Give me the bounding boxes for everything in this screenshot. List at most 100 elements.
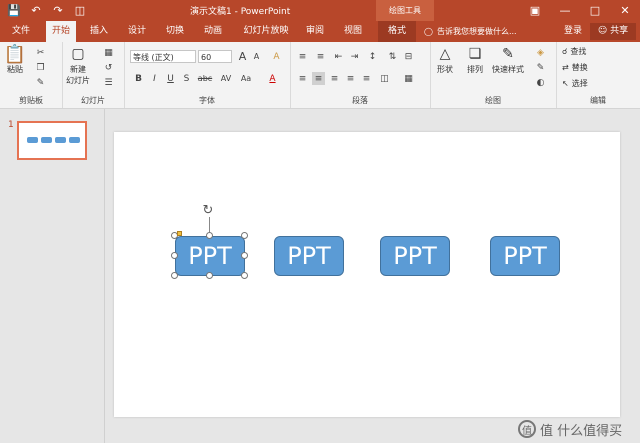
tab-format[interactable]: 格式 xyxy=(378,21,416,42)
lightbulb-icon: ◯ xyxy=(424,27,433,36)
slideshow-icon[interactable]: ◫ xyxy=(72,2,88,18)
shape-ppt-2[interactable]: PPT xyxy=(274,236,344,276)
select-label: 选择 xyxy=(571,79,588,88)
replace-icon: ⇄ xyxy=(562,63,569,72)
align-right-icon[interactable]: ≡ xyxy=(328,72,341,85)
adjust-handle[interactable] xyxy=(177,231,182,236)
replace-button[interactable]: ⇄ 替换 xyxy=(562,62,588,73)
section-icon[interactable]: ☰ xyxy=(102,76,115,89)
new-slide-button[interactable]: ▢ 新建 幻灯片 xyxy=(66,44,90,86)
ribbon-display-icon[interactable]: ▣ xyxy=(520,0,550,21)
rotation-line xyxy=(209,217,210,232)
select-button[interactable]: ↖ 选择 xyxy=(562,78,588,89)
tab-animations[interactable]: 动画 xyxy=(198,21,228,42)
align-left-icon[interactable]: ≡ xyxy=(296,72,309,85)
share-button[interactable]: ☺ 共享 xyxy=(590,23,636,40)
increase-indent-icon[interactable]: ⇥ xyxy=(348,50,361,63)
watermark: 值 值 什么值得买 xyxy=(518,418,638,440)
shape-ppt-4[interactable]: PPT xyxy=(490,236,560,276)
shape-ppt-3[interactable]: PPT xyxy=(380,236,450,276)
resize-handle[interactable] xyxy=(241,232,248,239)
format-painter-icon[interactable]: ✎ xyxy=(34,76,47,89)
copy-icon[interactable]: ❐ xyxy=(34,61,47,74)
text-direction-icon[interactable]: ⇅ xyxy=(386,50,399,63)
shape-outline-icon[interactable]: ✎ xyxy=(534,61,547,74)
shadow-icon[interactable]: S xyxy=(180,72,193,85)
arrange-button[interactable]: ❏ 排列 xyxy=(464,44,486,75)
align-center-icon[interactable]: ≡ xyxy=(312,72,325,85)
find-button[interactable]: ☌ 查找 xyxy=(562,46,586,57)
shapes-button[interactable]: △ 形状 xyxy=(434,44,456,75)
tab-view[interactable]: 视图 xyxy=(338,21,368,42)
layout-icon[interactable]: ▦ xyxy=(102,46,115,59)
maximize-icon[interactable]: □ xyxy=(580,0,610,21)
tab-home[interactable]: 开始 xyxy=(46,21,76,42)
bullets-icon[interactable]: ≡ xyxy=(296,50,309,63)
char-spacing-icon[interactable]: AV xyxy=(218,72,234,85)
columns-icon[interactable]: ◫ xyxy=(378,72,391,85)
ribbon: 📋 粘贴 ✂ ❐ ✎ 剪贴板 ▢ 新建 幻灯片 ▦ ↺ ☰ 幻灯片 等线 (正文… xyxy=(0,42,640,109)
shape-ppt-1[interactable]: PPT xyxy=(175,236,245,276)
italic-icon[interactable]: I xyxy=(148,72,161,85)
resize-handle[interactable] xyxy=(241,252,248,259)
bold-icon[interactable]: B xyxy=(132,72,145,85)
shapes-icon: △ xyxy=(439,46,451,62)
shapes-label: 形状 xyxy=(437,65,453,74)
paste-button[interactable]: 📋 粘贴 xyxy=(4,44,26,75)
resize-handle[interactable] xyxy=(171,272,178,279)
change-case-icon[interactable]: Aa xyxy=(238,72,254,85)
replace-label: 替换 xyxy=(571,63,588,72)
window-controls: ▣ — □ ✕ xyxy=(520,0,640,21)
context-tab-title: 绘图工具 xyxy=(376,0,434,21)
close-icon[interactable]: ✕ xyxy=(610,0,640,21)
group-label-font: 字体 xyxy=(199,96,215,105)
numbering-icon[interactable]: ≡ xyxy=(314,50,327,63)
quick-styles-button[interactable]: ✎ 快速样式 xyxy=(492,44,524,75)
align-text-icon[interactable]: ⊟ xyxy=(402,50,415,63)
redo-icon[interactable]: ↷ xyxy=(50,2,66,18)
save-icon[interactable]: 💾 xyxy=(6,2,22,18)
decrease-indent-icon[interactable]: ⇤ xyxy=(332,50,345,63)
grow-font-icon[interactable]: A xyxy=(236,50,249,63)
reset-icon[interactable]: ↺ xyxy=(102,61,115,74)
resize-handle[interactable] xyxy=(241,272,248,279)
slide-thumbnail[interactable] xyxy=(17,121,87,160)
shape-fill-icon[interactable]: ◈ xyxy=(534,46,547,59)
paste-icon: 📋 xyxy=(3,43,27,65)
smartart-icon[interactable]: ▦ xyxy=(402,72,415,85)
underline-icon[interactable]: U xyxy=(164,72,177,85)
cut-icon[interactable]: ✂ xyxy=(34,46,47,59)
font-color-icon[interactable]: A xyxy=(266,72,279,85)
tab-design[interactable]: 设计 xyxy=(122,21,152,42)
line-spacing-icon[interactable]: ↕ xyxy=(366,50,379,63)
group-label-paragraph: 段落 xyxy=(352,96,368,105)
tab-insert[interactable]: 插入 xyxy=(84,21,114,42)
distributed-icon[interactable]: ≡ xyxy=(360,72,373,85)
shape-effects-icon[interactable]: ◐ xyxy=(534,76,547,89)
shrink-font-icon[interactable]: A xyxy=(250,50,263,63)
login-link[interactable]: 登录 xyxy=(564,21,582,42)
resize-handle[interactable] xyxy=(206,232,213,239)
quick-styles-label: 快速样式 xyxy=(492,65,524,74)
watermark-text: 值 什么值得买 xyxy=(540,423,623,439)
tell-me-box[interactable]: ◯ 告诉我您想要做什么... xyxy=(424,21,517,42)
tab-review[interactable]: 审阅 xyxy=(300,21,330,42)
paste-label: 粘贴 xyxy=(7,65,23,74)
rotate-handle-icon[interactable]: ↻ xyxy=(201,203,215,218)
tab-file[interactable]: 文件 xyxy=(4,21,38,42)
resize-handle[interactable] xyxy=(171,252,178,259)
minimize-icon[interactable]: — xyxy=(550,0,580,21)
font-name-combo[interactable]: 等线 (正文) xyxy=(130,50,196,63)
undo-icon[interactable]: ↶ xyxy=(28,2,44,18)
quick-styles-icon: ✎ xyxy=(502,46,514,62)
group-slides: ▢ 新建 幻灯片 ▦ ↺ ☰ 幻灯片 xyxy=(62,42,125,108)
tab-slideshow[interactable]: 幻灯片放映 xyxy=(238,21,294,42)
new-slide-icon: ▢ xyxy=(71,46,85,62)
strikethrough-icon[interactable]: abc xyxy=(196,72,214,85)
clear-format-icon[interactable]: A xyxy=(270,50,283,63)
font-size-combo[interactable]: 60 xyxy=(198,50,232,63)
tab-transitions[interactable]: 切换 xyxy=(160,21,190,42)
justify-icon[interactable]: ≡ xyxy=(344,72,357,85)
resize-handle[interactable] xyxy=(206,272,213,279)
group-label-clipboard: 剪贴板 xyxy=(19,96,43,105)
